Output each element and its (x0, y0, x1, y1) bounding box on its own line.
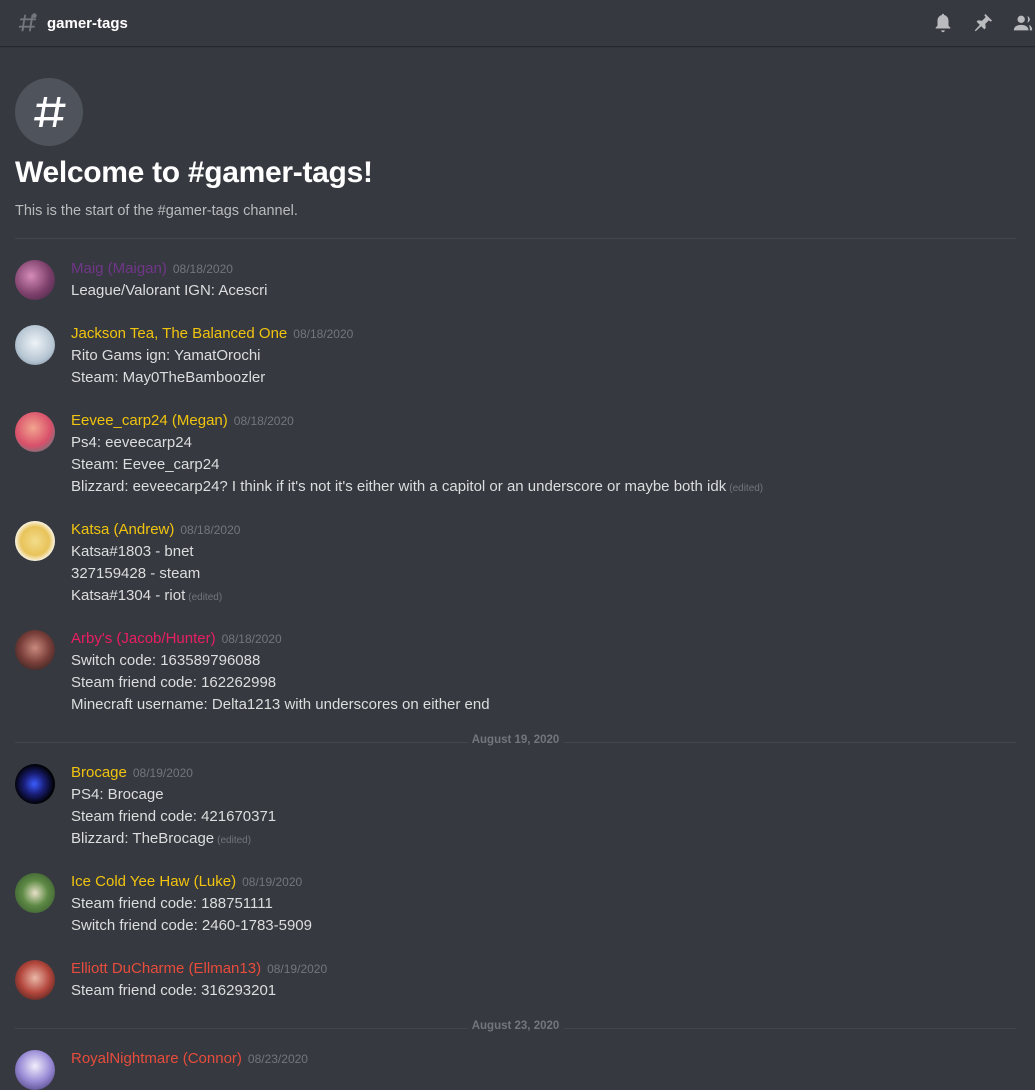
message-line: Steam friend code: 421670371 (71, 808, 277, 825)
avatar[interactable] (15, 325, 55, 365)
message-line: Switch friend code: 2460-1783-5909 (71, 917, 312, 934)
message-line: Katsa#1304 - riot (edited) (71, 587, 222, 604)
avatar[interactable] (15, 521, 55, 561)
timestamp: 08/18/2020 (233, 414, 294, 428)
message-text: Blizzard: eeveecarp24? I think if it's n… (71, 478, 727, 495)
message-line: 327159428 - steam (71, 565, 201, 582)
message-line: Steam: Eevee_carp24 (71, 456, 220, 473)
avatar[interactable] (15, 873, 55, 913)
avatar[interactable] (15, 960, 55, 1000)
message-line: Blizzard: eeveecarp24? I think if it's n… (71, 478, 763, 495)
message-line: Steam friend code: 316293201 (71, 982, 277, 999)
timestamp: 08/19/2020 (132, 766, 193, 780)
username[interactable]: Eevee_carp24 (Megan) (71, 412, 228, 429)
message-line: Steam friend code: 162262998 (71, 674, 277, 691)
username[interactable]: Ice Cold Yee Haw (Luke) (71, 873, 236, 890)
avatar[interactable] (15, 630, 55, 670)
welcome-title: Welcome to #gamer-tags! (15, 156, 373, 189)
timestamp: 08/18/2020 (180, 523, 241, 537)
username[interactable]: Jackson Tea, The Balanced One (71, 325, 287, 342)
avatar[interactable] (15, 1050, 55, 1090)
edited-marker: (edited) (729, 483, 764, 494)
username[interactable]: Katsa (Andrew) (71, 521, 174, 538)
timestamp: 08/19/2020 (267, 962, 328, 976)
message-text: Katsa#1304 - riot (71, 587, 186, 604)
header-toolbar (915, 0, 1035, 46)
channel-hash-icon (15, 78, 83, 146)
date-divider-label: August 23, 2020 (467, 1020, 564, 1032)
message-line: Switch code: 163589796088 (71, 652, 261, 669)
message-line: Minecraft username: Delta1213 with under… (71, 696, 490, 713)
username[interactable]: RoyalNightmare (Connor) (71, 1050, 242, 1067)
avatar[interactable] (15, 764, 55, 804)
message-line: Steam: May0TheBamboozler (71, 369, 266, 386)
message-line: PS4: Brocage (71, 786, 164, 803)
username[interactable]: Elliott DuCharme (Ellman13) (71, 960, 261, 977)
timestamp: 08/19/2020 (242, 875, 303, 889)
hash-icon (16, 12, 38, 34)
avatar[interactable] (15, 260, 55, 300)
username[interactable]: Maig (Maigan) (71, 260, 167, 277)
channel-name: gamer-tags (47, 14, 128, 32)
welcome-subtitle: This is the start of the #gamer-tags cha… (15, 203, 298, 219)
date-divider: August 23, 2020 (15, 1020, 1016, 1032)
message-text: Blizzard: TheBrocage (71, 830, 215, 847)
avatar[interactable] (15, 412, 55, 452)
channel-header: gamer-tags (0, 0, 1035, 46)
message-line: Blizzard: TheBrocage (edited) (71, 830, 251, 847)
date-divider-label: August 19, 2020 (467, 734, 564, 746)
timestamp: 08/18/2020 (221, 632, 282, 646)
message-line: Steam friend code: 188751111 (71, 895, 273, 912)
date-divider: August 19, 2020 (15, 734, 1016, 746)
timestamp: 08/23/2020 (247, 1052, 308, 1066)
timestamp: 08/18/2020 (293, 327, 354, 341)
username[interactable]: Brocage (71, 764, 127, 781)
username[interactable]: Arby's (Jacob/Hunter) (71, 630, 216, 647)
message-line: League/Valorant IGN: Acescri (71, 282, 268, 299)
edited-marker: (edited) (188, 592, 223, 603)
timestamp: 08/18/2020 (172, 262, 233, 276)
bell-icon[interactable] (931, 11, 955, 35)
message-line: Katsa#1803 - bnet (71, 543, 194, 560)
message-line: Rito Gams ign: YamatOrochi (71, 347, 261, 364)
members-icon[interactable] (1011, 11, 1035, 35)
message-line: Ps4: eeveecarp24 (71, 434, 192, 451)
edited-marker: (edited) (217, 835, 252, 846)
pin-icon[interactable] (971, 11, 995, 35)
divider (15, 238, 1016, 239)
